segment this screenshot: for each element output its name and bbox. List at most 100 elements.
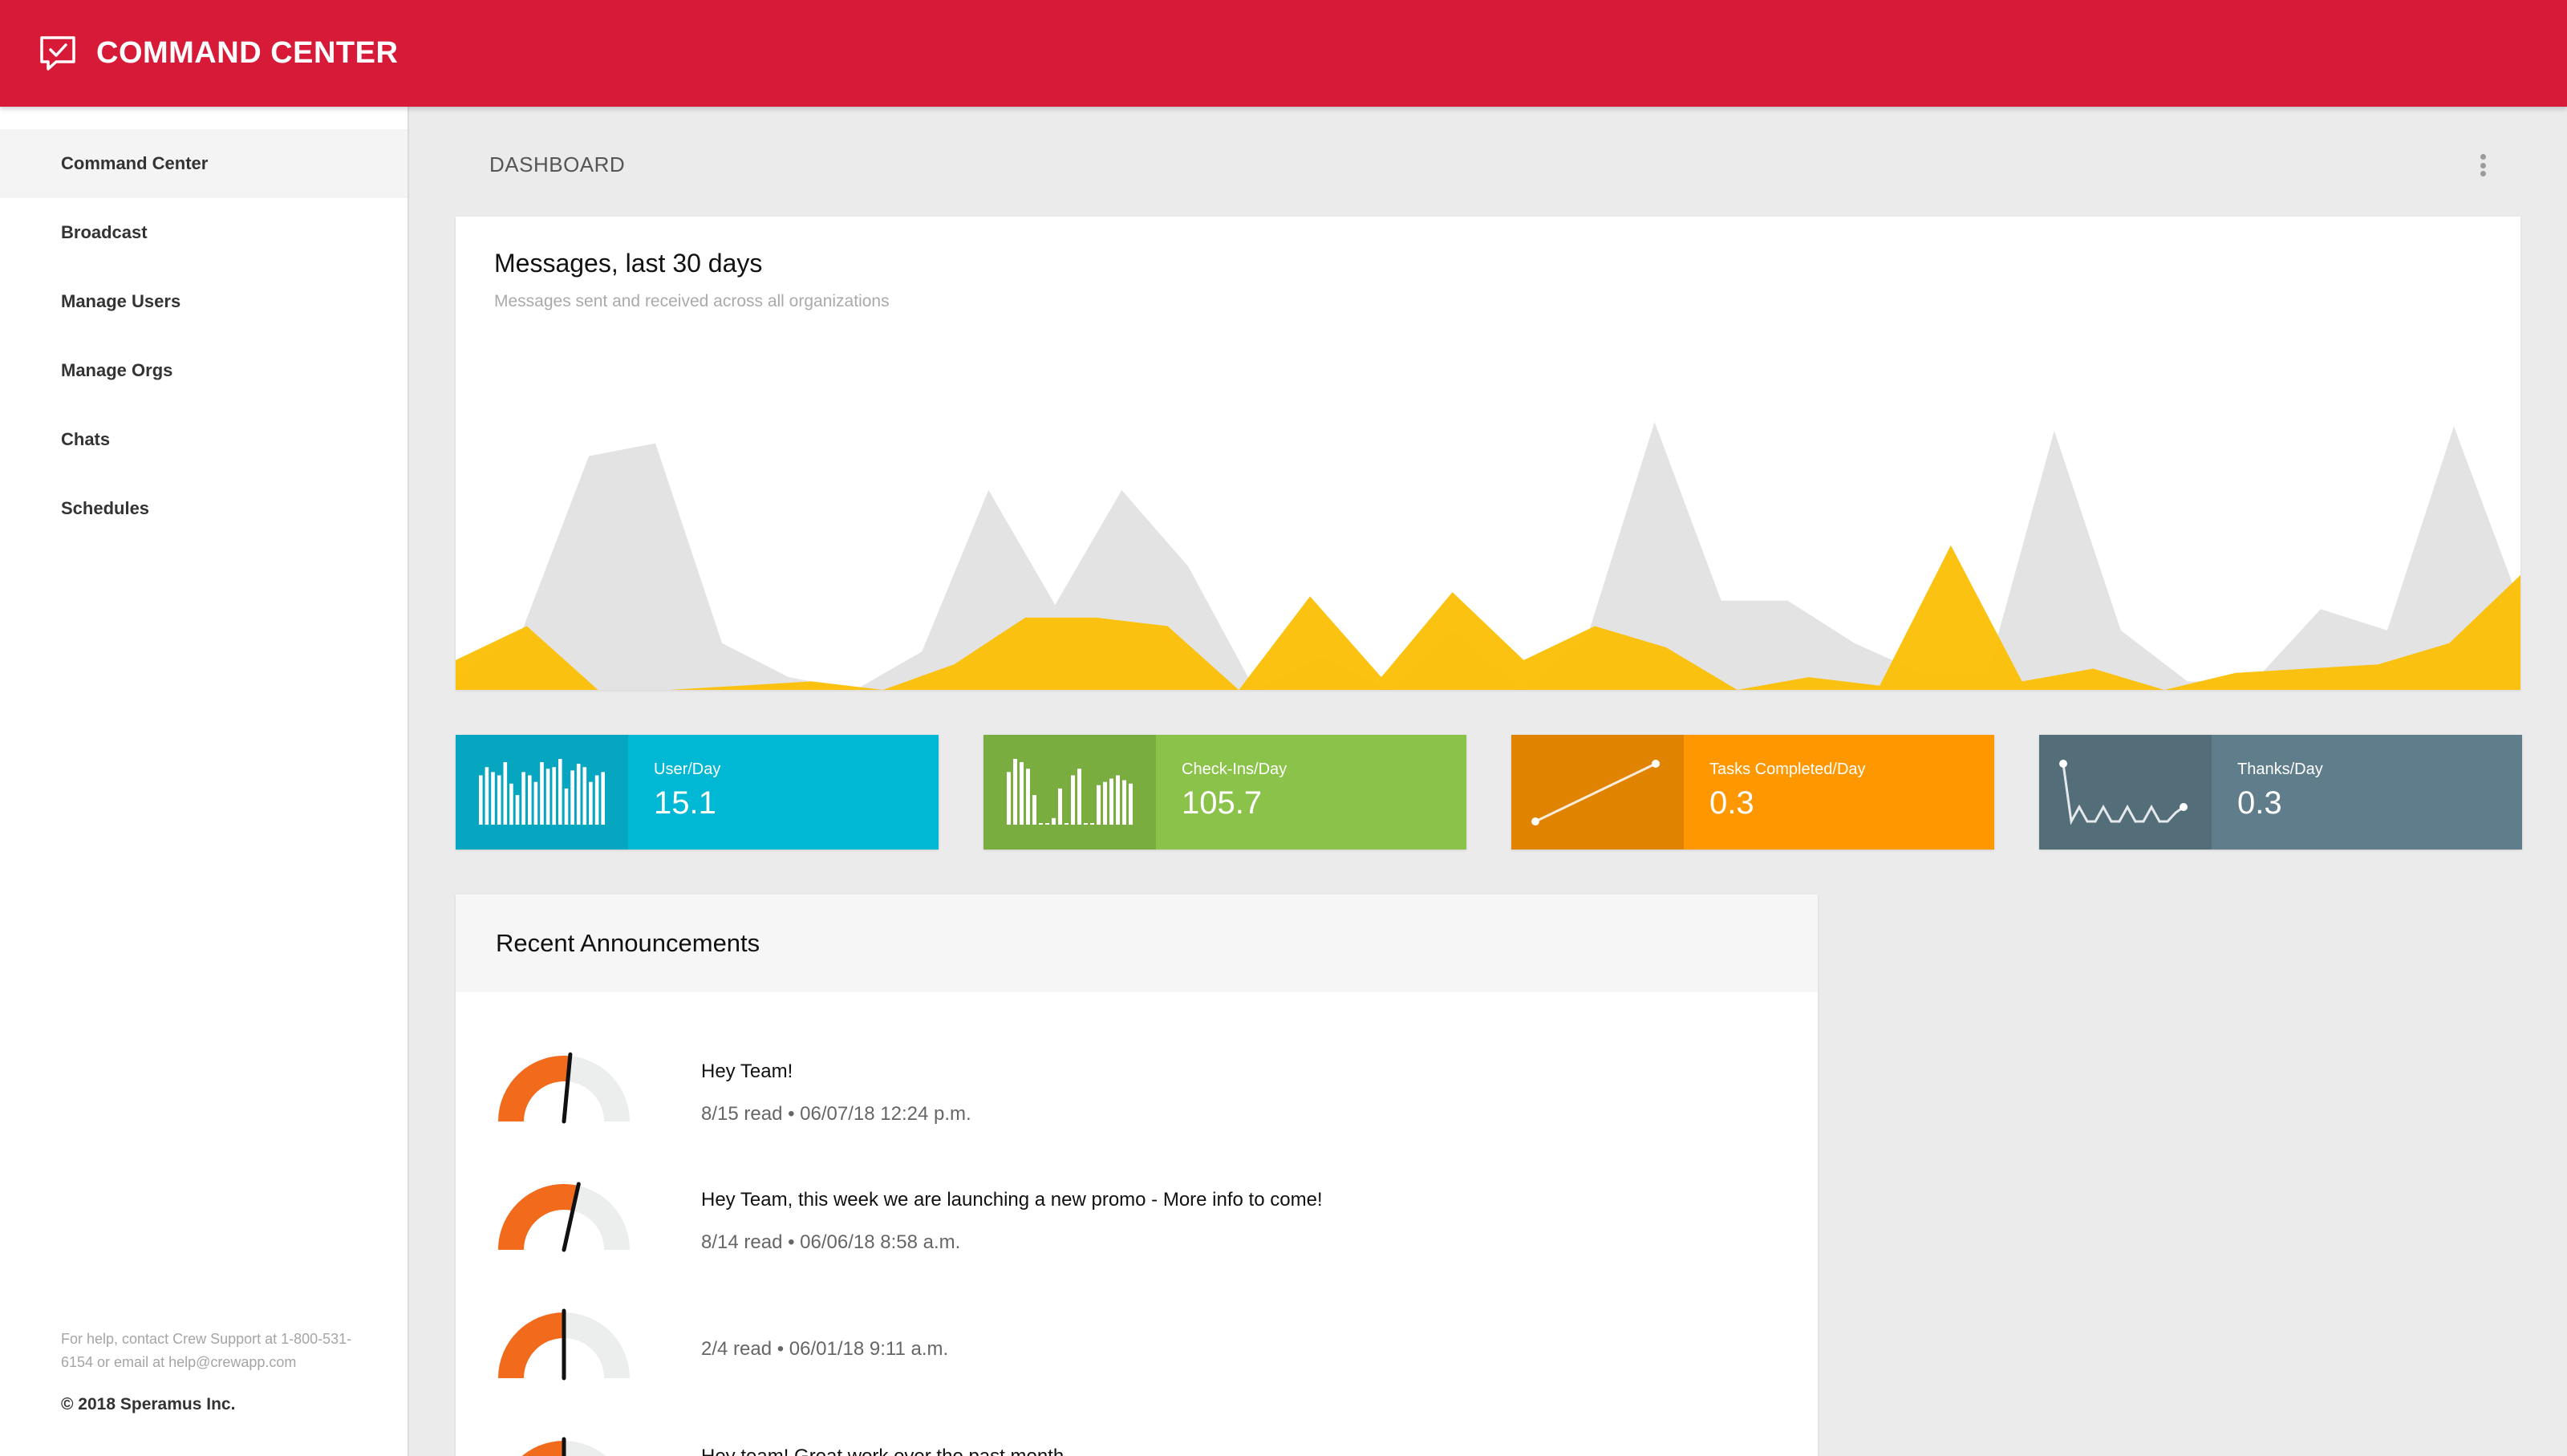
spark-point (2059, 760, 2067, 768)
gauge-fill (521, 1441, 564, 1456)
chart-title: Messages, last 30 days (494, 249, 763, 278)
spark-bar (497, 775, 501, 825)
spark-bar (1097, 785, 1101, 825)
spark-bar (1103, 781, 1107, 825)
spark-bar (1007, 772, 1011, 825)
spark-bar (1109, 778, 1113, 825)
stat-tile-user-day[interactable]: User/Day 15.1 (456, 735, 939, 850)
gauge-icon (498, 1182, 630, 1252)
spark-bar (515, 795, 520, 825)
spark-bar (1122, 780, 1126, 825)
gauge-track (564, 1441, 606, 1456)
announcement-meta: 8/15 read • 06/07/18 12:24 p.m. (701, 1103, 971, 1125)
stat-tile-thanks-day[interactable]: Thanks/Day 0.3 (2039, 735, 2522, 850)
announcement-title: Hey Team! (701, 1061, 793, 1082)
sidebar: Command Center Broadcast Manage Users Ma… (0, 107, 409, 1456)
spark-bar (601, 772, 605, 825)
messages-area-chart (456, 422, 2520, 690)
stat-value: 15.1 (654, 785, 716, 821)
spark-bar (1090, 823, 1094, 825)
stat-label: User/Day (654, 760, 721, 778)
spark-line (1535, 762, 1657, 823)
sidebar-item-manage-orgs[interactable]: Manage Orgs (0, 336, 408, 405)
sidebar-item-command-center[interactable]: Command Center (0, 129, 408, 198)
spark-bar (485, 767, 489, 825)
spark-bar (491, 772, 495, 825)
spark-bar (594, 775, 599, 825)
sidebar-item-chats[interactable]: Chats (0, 405, 408, 474)
announcement-item[interactable]: 2/4 read • 06/01/18 9:11 a.m. (496, 1308, 1779, 1388)
sidebar-item-schedules[interactable]: Schedules (0, 474, 408, 543)
spark-bar (1045, 823, 1049, 825)
gauge-track (567, 1056, 630, 1121)
sidebar-item-manage-users[interactable]: Manage Users (0, 267, 408, 336)
line-sparkline-icon (1511, 735, 1684, 850)
gauge-icon (521, 1437, 606, 1456)
spark-bar (521, 772, 525, 825)
gauge-icon (498, 1308, 630, 1381)
page-title: DASHBOARD (489, 152, 626, 176)
line-sparkline-icon (2039, 735, 2212, 850)
spark-bar (479, 775, 483, 825)
announcement-meta: 8/14 read • 06/06/18 8:58 a.m. (701, 1231, 961, 1253)
announcements-title: Recent Announcements (456, 894, 1818, 992)
more-vert-icon[interactable] (2471, 149, 2495, 181)
stat-label: Tasks Completed/Day (1709, 760, 1866, 778)
spark-bar (1032, 795, 1036, 825)
bar-sparkline-icon (983, 735, 1156, 850)
spark-bar (533, 781, 538, 825)
spark-bar (564, 788, 569, 825)
spark-bar (509, 783, 513, 825)
stat-label: Thanks/Day (2237, 760, 2323, 778)
support-help-text: For help, contact Crew Support at 1-800-… (61, 1331, 352, 1370)
copyright-text: © 2018 Speramus Inc. (61, 1395, 236, 1413)
spark-bar (1065, 823, 1069, 825)
gauge-track (564, 1312, 630, 1378)
announcement-item[interactable]: Hey Team, this week we are launching a n… (496, 1179, 1779, 1259)
spark-bar (589, 781, 593, 825)
spark-bar (540, 762, 544, 825)
stat-value: 0.3 (2237, 785, 2282, 821)
spark-bar (1020, 762, 1024, 825)
stat-tile-tasks-completed-day[interactable]: Tasks Completed/Day 0.3 (1511, 735, 1994, 850)
gauge-fill (498, 1056, 570, 1121)
spark-bar (1129, 783, 1133, 825)
stat-tile-check-ins-day[interactable]: Check-Ins/Day 105.7 (983, 735, 1466, 850)
sidebar-nav: Command Center Broadcast Manage Users Ma… (0, 129, 408, 543)
messages-chart-card: Messages, last 30 days Messages sent and… (456, 217, 2520, 690)
spark-bar (1039, 823, 1043, 825)
spark-bar (1077, 769, 1081, 825)
chat-check-icon[interactable] (35, 31, 80, 76)
spark-point (1652, 760, 1660, 768)
spark-bar (545, 769, 550, 825)
spark-bar (503, 762, 508, 825)
spark-bar (558, 759, 562, 825)
spark-bar (1071, 775, 1075, 825)
gauge-icon (498, 1052, 630, 1124)
announcement-item[interactable]: Hey Team! 8/15 read • 06/07/18 12:24 p.m… (496, 1051, 1779, 1131)
stat-value: 105.7 (1182, 785, 1263, 821)
spark-bar (582, 767, 587, 825)
bar-sparkline-icon (456, 735, 628, 850)
gauge-fill (498, 1312, 564, 1378)
spark-bar (1116, 775, 1120, 825)
spark-point (2180, 803, 2188, 811)
app-title: COMMAND CENTER (96, 36, 399, 70)
announcement-title: Hey Team, this week we are launching a n… (701, 1189, 1323, 1211)
announcement-item[interactable]: Hey team! Great work over the past month (496, 1436, 1779, 1456)
top-app-bar: COMMAND CENTER (0, 0, 2567, 107)
stat-value: 0.3 (1709, 785, 1754, 821)
announcement-title: Hey team! Great work over the past month (701, 1446, 1064, 1456)
spark-line (2062, 763, 2184, 825)
spark-bar (576, 764, 581, 825)
gauge-track (572, 1185, 630, 1250)
spark-bar (528, 775, 532, 825)
spark-bar (570, 770, 574, 825)
spark-bar (552, 767, 556, 825)
spark-bar (1013, 759, 1017, 825)
spark-bar (1052, 817, 1056, 825)
recent-announcements-card: Recent Announcements Hey Team! 8/15 read… (456, 894, 1818, 1456)
sidebar-item-broadcast[interactable]: Broadcast (0, 198, 408, 267)
spark-bar (1026, 769, 1030, 825)
spark-bar (1058, 788, 1062, 825)
